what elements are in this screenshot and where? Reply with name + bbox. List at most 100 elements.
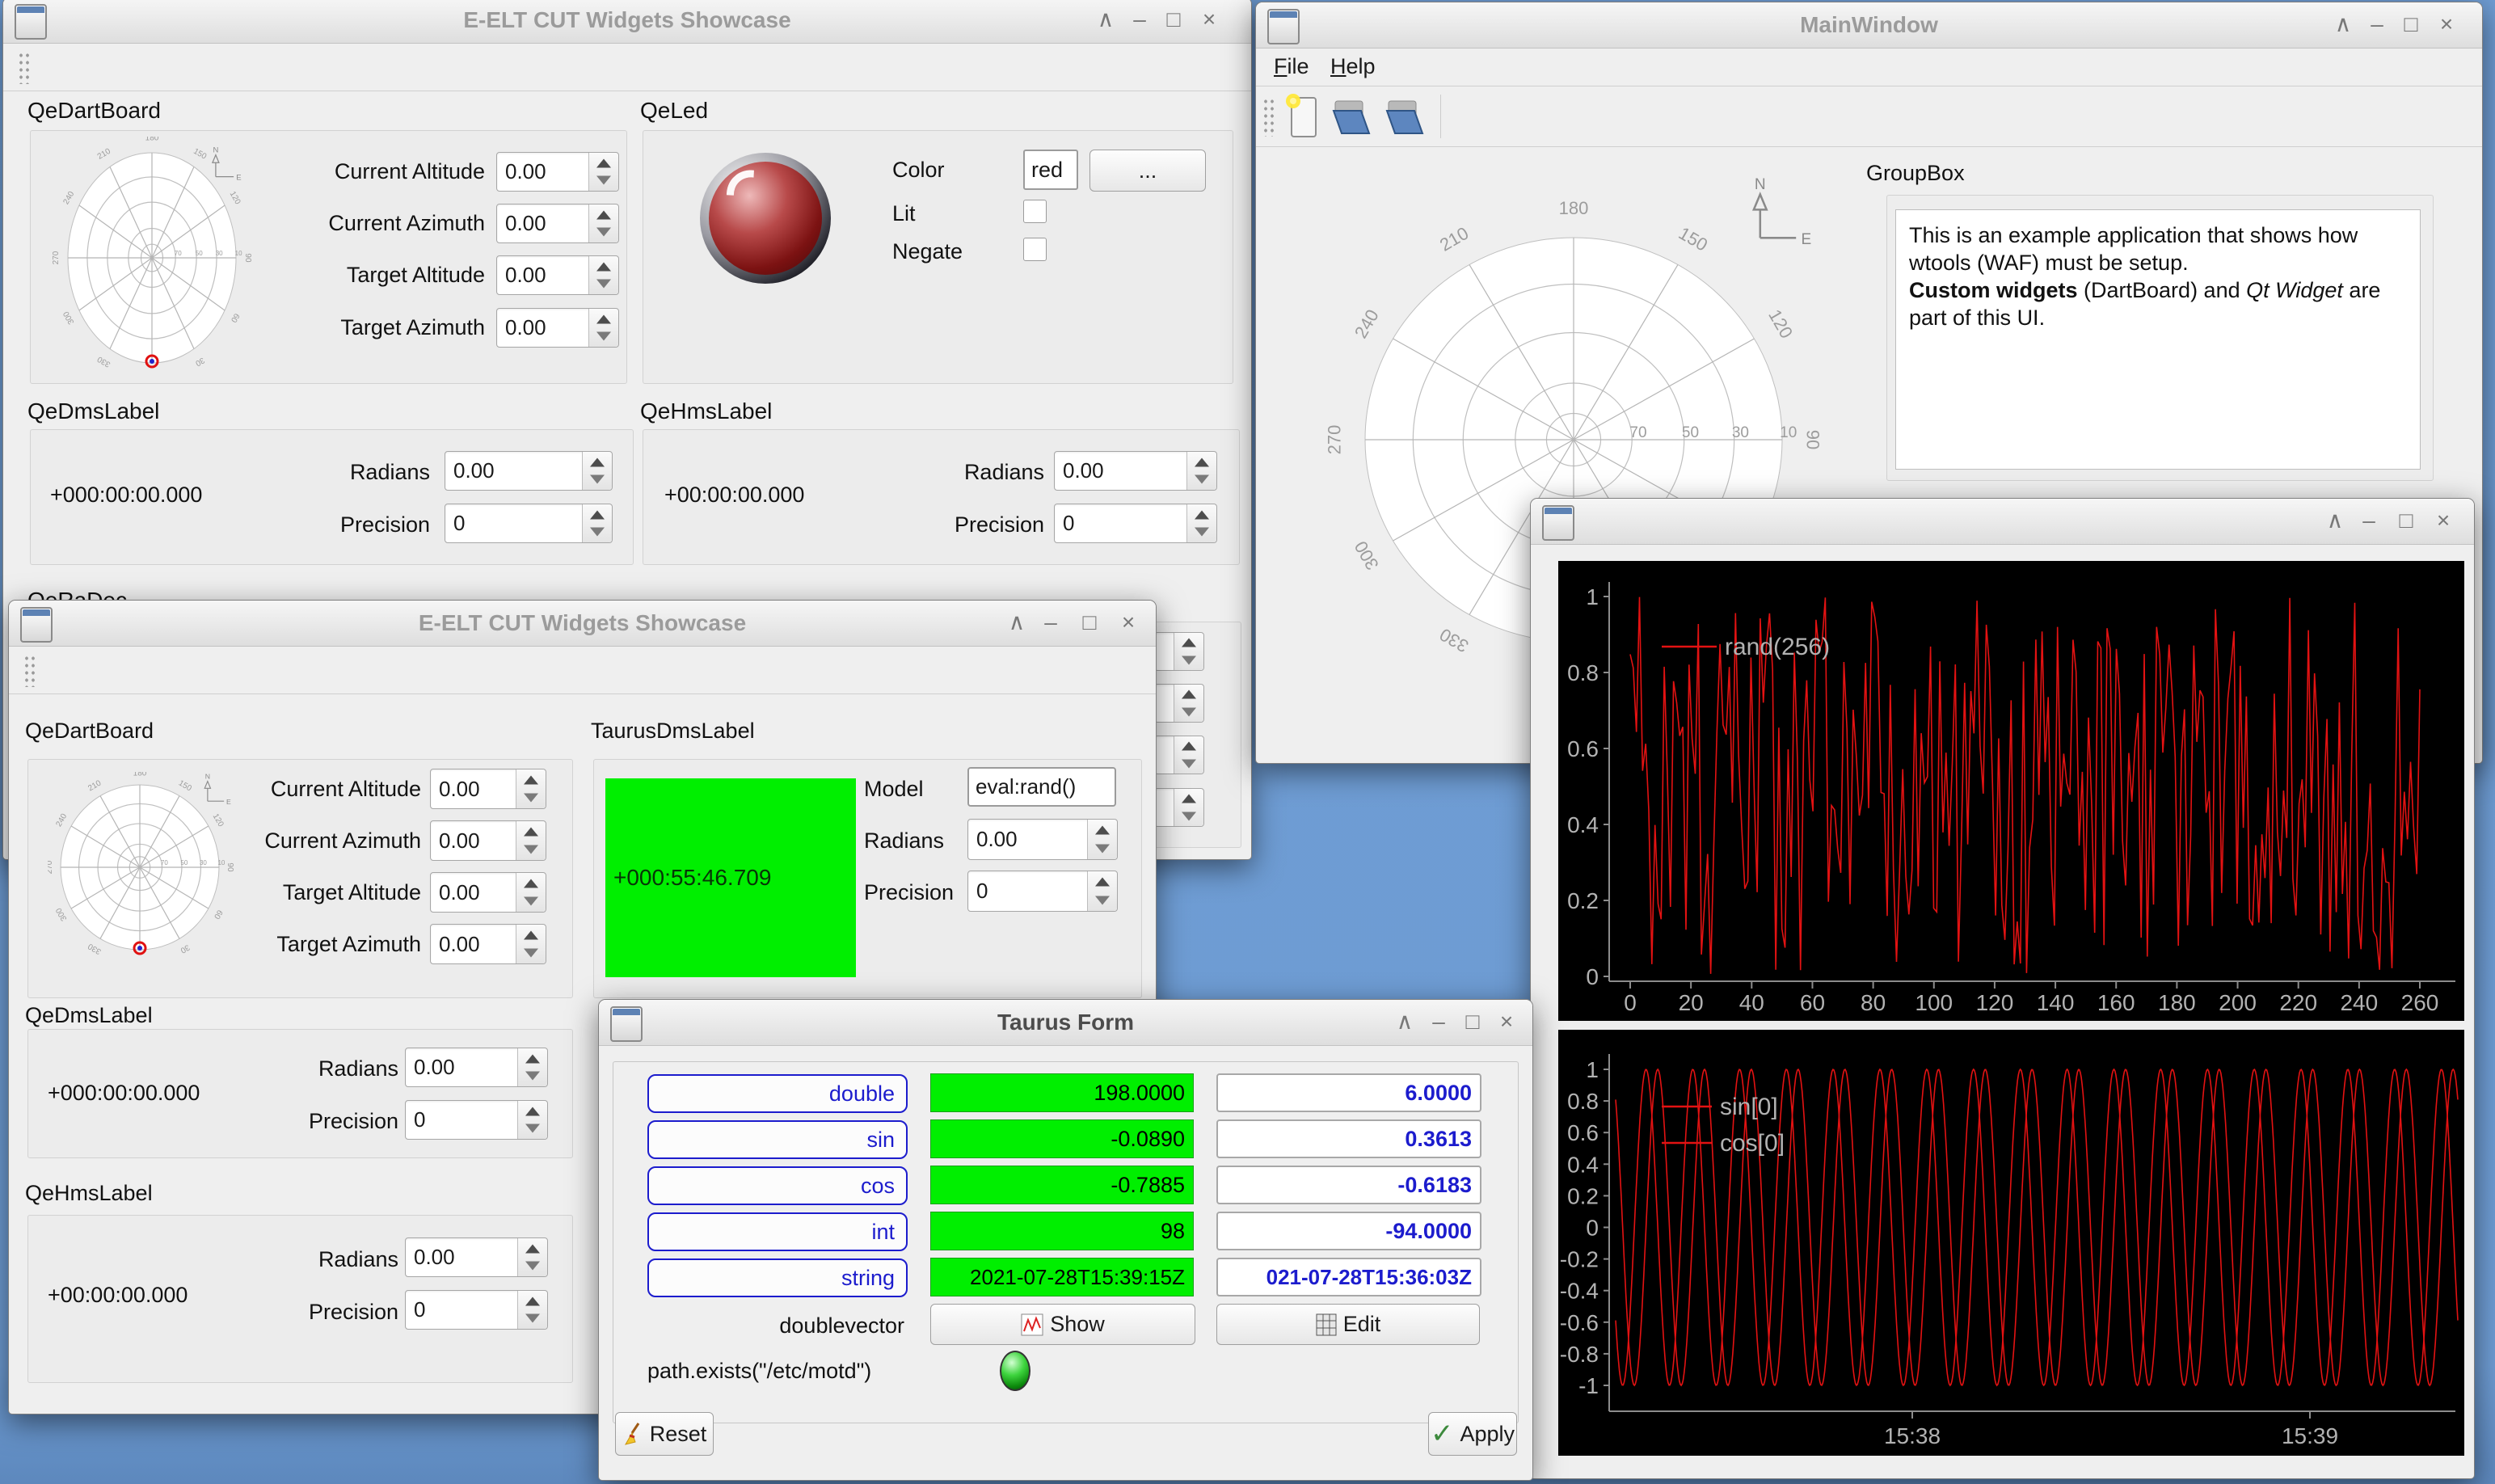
reset-button[interactable]: Reset — [615, 1412, 714, 1456]
toolbar-drag-handle[interactable] — [1262, 98, 1275, 137]
svg-text:210: 210 — [86, 778, 103, 793]
svg-text:180: 180 — [2158, 990, 2196, 1015]
open-folder-icon[interactable] — [1384, 98, 1426, 137]
close-button[interactable]: × — [2427, 499, 2459, 544]
shade-button[interactable]: ∧ — [1089, 0, 1122, 43]
svg-text:210: 210 — [96, 147, 112, 162]
svg-text:E: E — [236, 174, 241, 182]
maximize-button[interactable]: □ — [2395, 2, 2427, 48]
current-altitude-spinbox[interactable]: 0.00 — [430, 769, 546, 809]
titlebar[interactable]: MainWindow ∧ – □ × — [1256, 2, 2482, 48]
toolbar-drag-handle[interactable] — [23, 655, 36, 687]
write-value-string[interactable]: 021-07-28T15:36:03Z — [1216, 1258, 1481, 1296]
check-icon: ✓ — [1431, 1418, 1454, 1450]
radec-spinbox[interactable] — [1154, 788, 1204, 827]
minimize-button[interactable]: – — [2353, 499, 2385, 544]
maximize-button[interactable]: □ — [1073, 601, 1106, 646]
radians-spinbox[interactable]: 0.00 — [967, 819, 1118, 860]
attr-label-sin[interactable]: sin — [647, 1120, 908, 1159]
close-button[interactable]: × — [2430, 2, 2463, 48]
shade-button[interactable]: ∧ — [2319, 499, 2351, 544]
titlebar[interactable]: ∧ – □ × — [1531, 499, 2474, 545]
radians-spinbox[interactable]: 0.00 — [445, 451, 613, 491]
svg-text:30: 30 — [179, 942, 192, 955]
window-taurus-form[interactable]: Taurus Form ∧ – □ × double 198.0000 6.00… — [598, 999, 1533, 1481]
write-value-double[interactable]: 6.0000 — [1216, 1073, 1481, 1112]
apply-button[interactable]: ✓Apply — [1428, 1412, 1517, 1456]
target-altitude-spinbox[interactable]: 0.00 — [496, 255, 619, 295]
color-input[interactable]: red — [1023, 150, 1078, 190]
radians-label: Radians — [884, 460, 1044, 485]
show-button[interactable]: Show — [930, 1304, 1195, 1345]
svg-text:40: 40 — [1739, 990, 1764, 1015]
target-azimuth-spinbox[interactable]: 0.00 — [430, 924, 546, 964]
close-button[interactable]: × — [1112, 601, 1144, 646]
window-plots[interactable]: ∧ – □ × 10.80.60.40.20020406080100120140… — [1530, 498, 2475, 1479]
svg-text:60: 60 — [212, 909, 224, 921]
close-button[interactable]: × — [1490, 1000, 1523, 1045]
menu-help[interactable]: Help — [1322, 50, 1384, 82]
section-label: QeDmsLabel — [27, 398, 159, 424]
radians-spinbox[interactable]: 0.00 — [405, 1237, 548, 1277]
attr-label-string[interactable]: string — [647, 1258, 908, 1297]
svg-text:1: 1 — [1586, 1057, 1599, 1082]
svg-text:300: 300 — [1351, 538, 1383, 573]
negate-checkbox[interactable] — [1023, 238, 1047, 261]
radec-spinbox[interactable] — [1154, 632, 1204, 671]
svg-text:-0.8: -0.8 — [1560, 1342, 1599, 1367]
svg-text:270: 270 — [1327, 425, 1345, 455]
attr-label-double[interactable]: double — [647, 1074, 908, 1113]
maximize-button[interactable]: □ — [1456, 1000, 1489, 1045]
target-azimuth-spinbox[interactable]: 0.00 — [496, 308, 619, 348]
svg-text:0.2: 0.2 — [1567, 888, 1599, 913]
current-altitude-spinbox[interactable]: 0.00 — [496, 152, 619, 192]
shade-button[interactable]: ∧ — [1001, 601, 1033, 646]
current-azimuth-spinbox[interactable]: 0.00 — [430, 820, 546, 861]
titlebar[interactable]: E-ELT CUT Widgets Showcase ∧ – □ × — [3, 0, 1251, 44]
titlebar[interactable]: E-ELT CUT Widgets Showcase ∧ – □ × — [9, 601, 1156, 647]
precision-spinbox[interactable]: 0 — [405, 1100, 548, 1140]
radec-spinbox[interactable] — [1154, 684, 1204, 723]
trig-plot[interactable]: 10.80.60.40.20-0.2-0.4-0.6-0.8-115:3815:… — [1558, 1030, 2464, 1456]
shade-button[interactable]: ∧ — [2327, 2, 2359, 48]
maximize-button[interactable]: □ — [1157, 0, 1190, 43]
attr-label-int[interactable]: int — [647, 1212, 908, 1251]
path-exists-label: path.exists("/etc/motd") — [647, 1359, 1019, 1384]
precision-spinbox[interactable]: 0 — [967, 871, 1118, 912]
svg-text:0: 0 — [1586, 964, 1599, 989]
minimize-button[interactable]: – — [1422, 1000, 1455, 1045]
attr-label-cos[interactable]: cos — [647, 1166, 908, 1205]
current-azimuth-spinbox[interactable]: 0.00 — [496, 204, 619, 243]
color-browse-button[interactable]: ... — [1089, 150, 1206, 192]
write-value-int[interactable]: -94.0000 — [1216, 1212, 1481, 1250]
svg-text:220: 220 — [2279, 990, 2317, 1015]
write-value-cos[interactable]: -0.6183 — [1216, 1166, 1481, 1204]
lit-checkbox[interactable] — [1023, 200, 1047, 223]
radians-spinbox[interactable]: 0.00 — [405, 1048, 548, 1087]
close-button[interactable]: × — [1193, 0, 1225, 43]
new-file-icon[interactable] — [1283, 93, 1321, 141]
shade-button[interactable]: ∧ — [1389, 1000, 1421, 1045]
precision-spinbox[interactable]: 0 — [405, 1290, 548, 1330]
precision-spinbox[interactable]: 0 — [1054, 504, 1217, 543]
rand-plot[interactable]: 10.80.60.40.2002040608010012014016018020… — [1558, 561, 2464, 1021]
minimize-button[interactable]: – — [1123, 0, 1156, 43]
target-altitude-spinbox[interactable]: 0.00 — [430, 872, 546, 913]
toolbar-drag-handle[interactable] — [18, 52, 31, 84]
titlebar[interactable]: Taurus Form ∧ – □ × — [599, 1000, 1532, 1046]
radians-spinbox[interactable]: 0.00 — [1054, 451, 1217, 491]
hms-value: +00:00:00.000 — [48, 1283, 234, 1308]
svg-text:50: 50 — [1682, 424, 1699, 441]
minimize-button[interactable]: – — [2361, 2, 2393, 48]
minimize-button[interactable]: – — [1035, 601, 1067, 646]
radec-spinbox[interactable] — [1154, 736, 1204, 774]
open-folder-icon[interactable] — [1330, 98, 1372, 137]
menu-file[interactable]: File — [1266, 50, 1317, 82]
edit-button[interactable]: Edit — [1216, 1304, 1480, 1345]
write-value-sin[interactable]: 0.3613 — [1216, 1119, 1481, 1158]
maximize-button[interactable]: □ — [2390, 499, 2422, 544]
svg-text:0.8: 0.8 — [1567, 660, 1599, 685]
toolbar — [9, 647, 1156, 694]
precision-spinbox[interactable]: 0 — [445, 504, 613, 543]
model-input[interactable]: eval:rand() — [967, 767, 1116, 807]
